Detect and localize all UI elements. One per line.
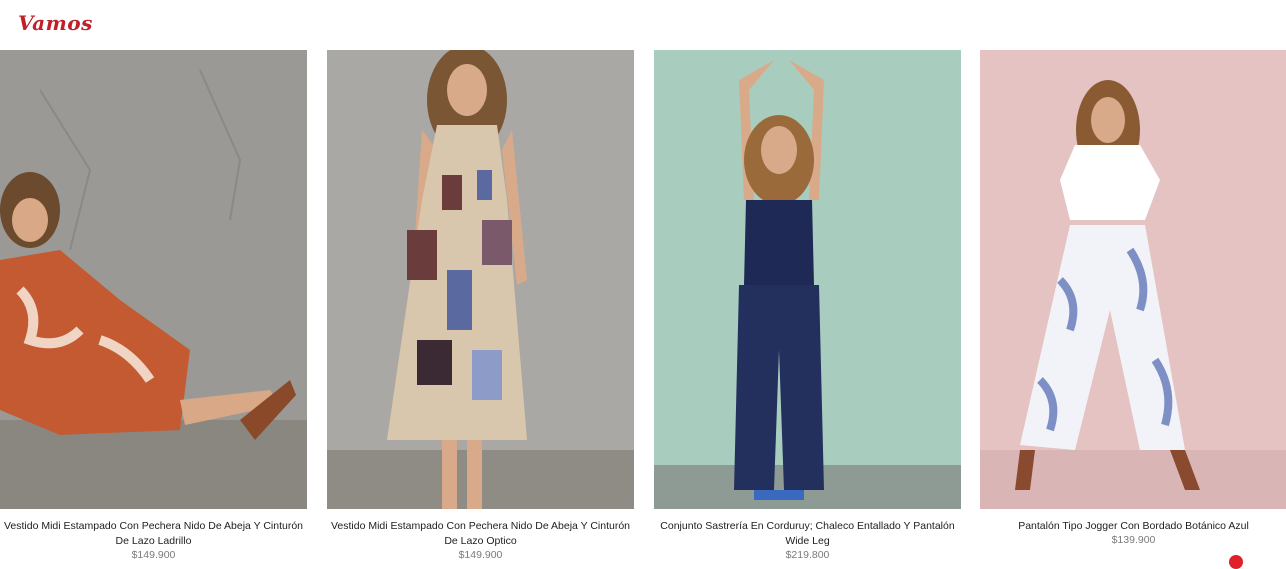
site-header: Vamos (0, 0, 1286, 50)
product-price: $139.900 (1111, 534, 1156, 546)
product-image[interactable] (0, 50, 307, 509)
product-grid: Vestido Midi Estampado Con Pechera Nido … (0, 50, 1286, 561)
product-price: $149.900 (458, 549, 503, 561)
product-name[interactable]: Pantalón Tipo Jogger Con Bordado Botánic… (980, 519, 1286, 534)
product-image[interactable] (654, 50, 961, 509)
product-card[interactable]: Vestido Midi Estampado Con Pechera Nido … (327, 50, 634, 561)
product-card[interactable]: Vestido Midi Estampado Con Pechera Nido … (0, 50, 307, 561)
cart-badge[interactable] (1229, 555, 1243, 569)
product-card[interactable]: Pantalón Tipo Jogger Con Bordado Botánic… (980, 50, 1286, 560)
product-price: $149.900 (131, 549, 176, 561)
product-image[interactable] (980, 50, 1286, 509)
product-image[interactable] (327, 50, 634, 509)
product-name[interactable]: Vestido Midi Estampado Con Pechera Nido … (327, 519, 634, 549)
product-price: $219.800 (785, 549, 830, 561)
product-name[interactable]: Conjunto Sastrería En Corduruy; Chaleco … (654, 519, 961, 549)
product-card[interactable]: Conjunto Sastrería En Corduruy; Chaleco … (654, 50, 961, 561)
brand-logo[interactable]: Vamos (18, 11, 93, 35)
product-name[interactable]: Vestido Midi Estampado Con Pechera Nido … (0, 519, 307, 549)
